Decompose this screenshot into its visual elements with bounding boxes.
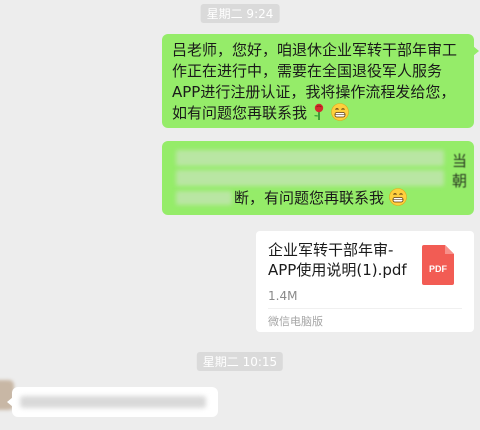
partial-text-char: 当	[452, 152, 468, 170]
file-name: 企业军转干部年审-APP使用说明(1).pdf	[268, 241, 407, 279]
file-size: 1.4M	[268, 289, 298, 303]
card-divider	[268, 308, 462, 309]
rose-icon	[312, 103, 326, 127]
timestamp-2: 星期二 10:15	[196, 352, 284, 371]
file-attachment-card[interactable]: 企业军转干部年审-APP使用说明(1).pdf 1.4M 微信电脑版 PDF	[256, 231, 474, 332]
grinning-emoji-icon	[330, 103, 349, 127]
message-2-visible-text: 断，有问题您再联系我	[234, 188, 407, 212]
redacted-incoming-text	[20, 396, 206, 408]
timestamp-1: 星期二 9:24	[200, 4, 280, 23]
redacted-text-line-1	[176, 150, 444, 166]
redacted-text-line-3	[176, 191, 232, 205]
incoming-message[interactable]	[7, 387, 218, 417]
file-source-label: 微信电脑版	[268, 315, 323, 328]
pdf-icon-label: PDF	[429, 264, 448, 274]
outgoing-message-1[interactable]: 吕老师，您好，咱退休企业军转干部年审工作正在进行中，需要在全国退役军人服务APP…	[162, 34, 479, 128]
pdf-file-icon: PDF	[422, 245, 454, 285]
grinning-emoji-icon	[388, 188, 407, 212]
partial-text-char: 朝	[452, 172, 468, 190]
redacted-text-line-2	[176, 170, 444, 186]
